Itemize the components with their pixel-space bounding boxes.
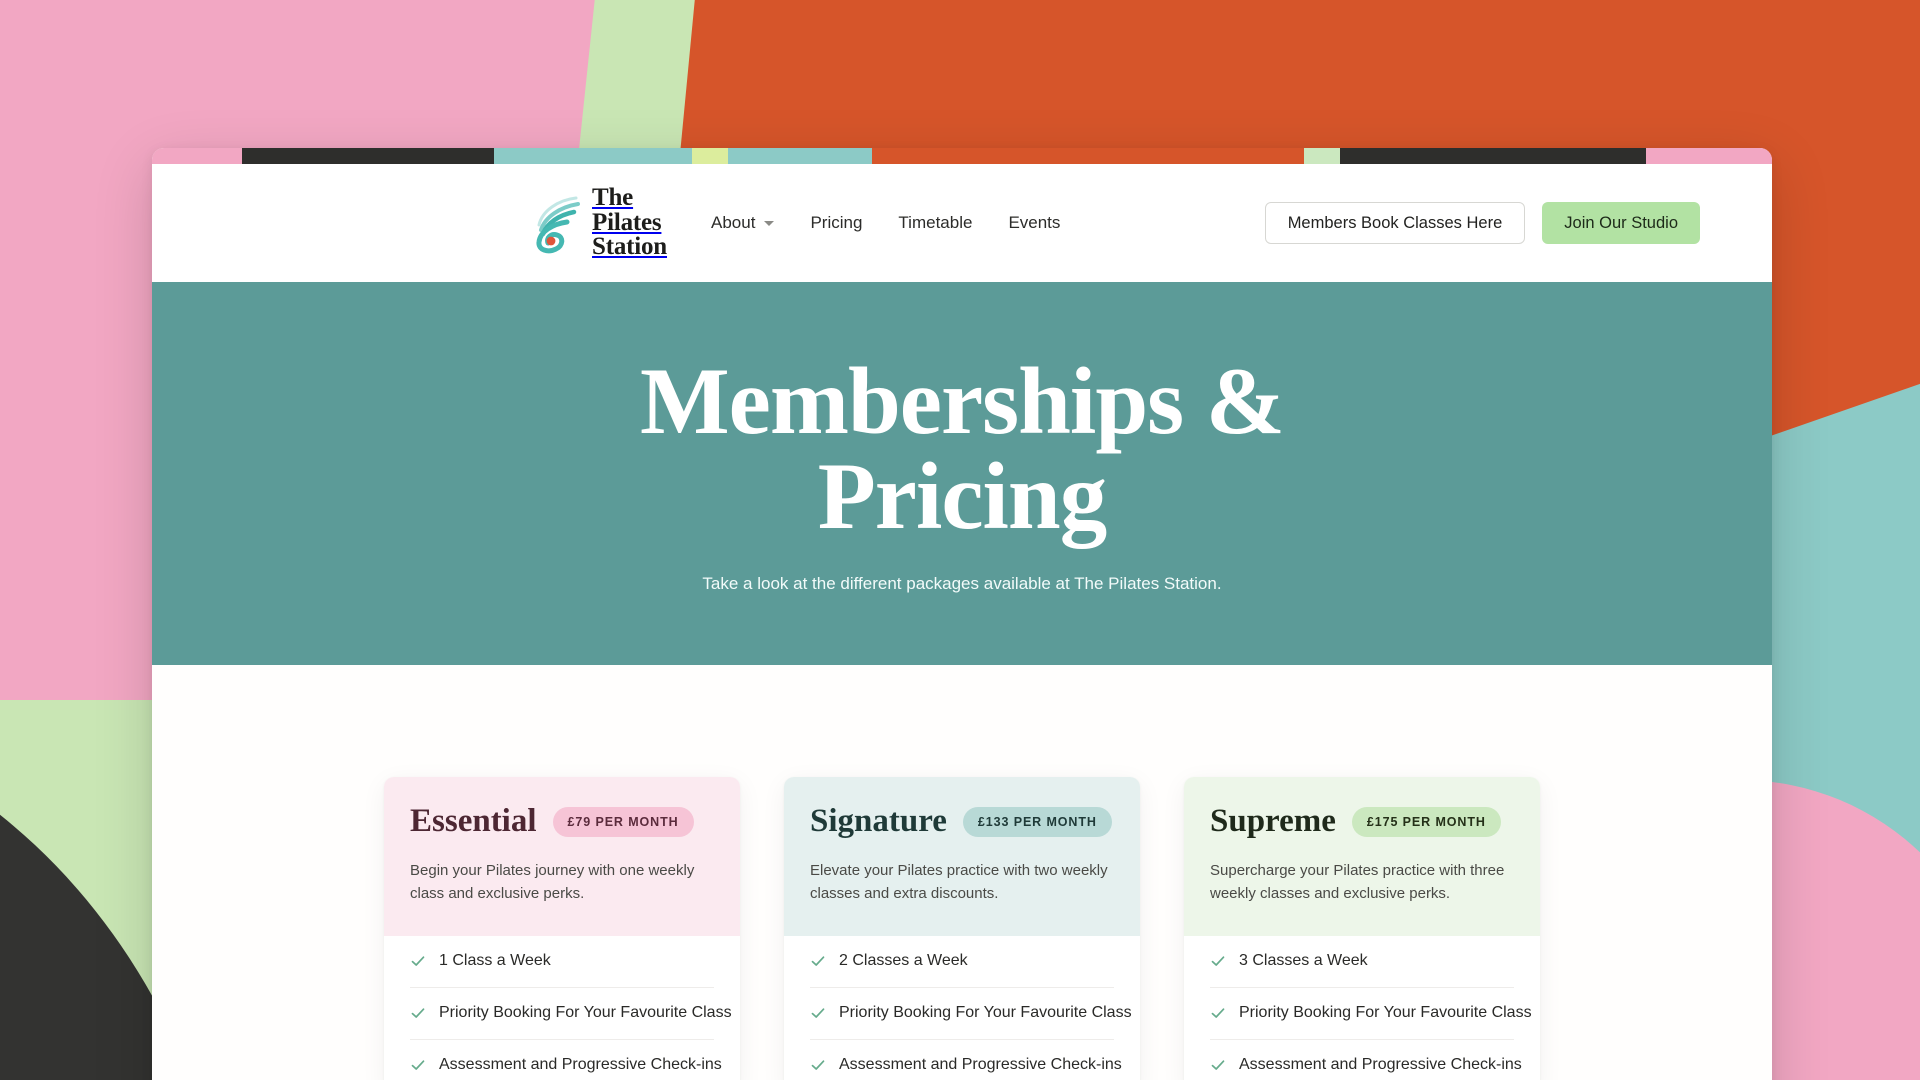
plan-feature-item: Assessment and Progressive Check-ins [1210, 1040, 1522, 1080]
plan-feature-label: Assessment and Progressive Check-ins [839, 1056, 1122, 1073]
desktop-backdrop: The Pilates Station About Pricing Timetabl… [0, 0, 1920, 1080]
brand-wordmark: The Pilates Station [592, 184, 668, 261]
page-title-line-1: Memberships & [639, 347, 1285, 454]
browser-window: The Pilates Station About Pricing Timetabl… [152, 148, 1772, 1080]
pricing-card-header: Essential £79 PER MONTH Begin your Pilates… [384, 777, 740, 936]
pricing-card-title-row: Supreme £175 PER MONTH [1210, 805, 1514, 838]
color-strip-segment [152, 148, 242, 164]
plan-description: Elevate your Pilates practice with two w… [810, 862, 1108, 903]
check-icon [810, 1005, 826, 1021]
nav-item-pricing[interactable]: Pricing [810, 213, 862, 233]
plan-feature-item: Assessment and Progressive Check-ins [410, 1040, 722, 1080]
plan-name: Supreme [1210, 803, 1336, 839]
plan-feature-item: Priority Booking For Your Favourite Clas… [410, 988, 732, 1040]
color-strip-segment [1646, 148, 1772, 164]
site-header: The Pilates Station About Pricing Timetabl… [152, 164, 1772, 282]
check-icon [810, 1057, 826, 1073]
pricing-card-signature: Signature £133 PER MONTH Elevate your Pila… [784, 777, 1140, 1080]
color-strip-segment [728, 148, 872, 164]
nav-item-about[interactable]: About [711, 213, 775, 233]
pricing-card-title-row: Essential £79 PER MONTH [410, 805, 714, 838]
brand-line-3: Station [592, 233, 668, 261]
check-icon [1210, 1005, 1226, 1021]
pricing-card-header: Supreme £175 PER MONTH Supercharge your Pi… [1184, 777, 1540, 936]
plan-feature-label: Priority Booking For Your Favourite Clas… [439, 1004, 732, 1021]
check-icon [410, 1005, 426, 1021]
plan-feature-label: Priority Booking For Your Favourite Clas… [1239, 1004, 1532, 1021]
plan-feature-item: 1 Class a Week [410, 936, 714, 988]
check-icon [810, 953, 826, 969]
brand-logo[interactable]: The Pilates Station [530, 184, 668, 261]
plan-feature-list: 2 Classes a Week Priority Booking For You… [784, 936, 1140, 1080]
pricing-card-supreme: Supreme £175 PER MONTH Supercharge your Pi… [1184, 777, 1540, 1080]
page-title-line-2: Pricing [817, 442, 1107, 549]
nav-item-label: Timetable [898, 213, 973, 232]
pilates-swirl-icon [530, 192, 582, 254]
color-strip-segment [1304, 148, 1340, 164]
nav-item-label: Events [1008, 213, 1061, 232]
color-strip-segment [494, 148, 692, 164]
color-strip-segment [242, 148, 494, 164]
hero-section: Memberships & Pricing Take a look at the… [152, 282, 1772, 665]
plan-feature-item: Priority Booking For Your Favourite Clas… [1210, 988, 1532, 1040]
plan-feature-label: Assessment and Progressive Check-ins [439, 1056, 722, 1073]
nav-item-timetable[interactable]: Timetable [898, 213, 972, 233]
color-strip-segment [1340, 148, 1646, 164]
hero-subtitle: Take a look at the different packages av… [702, 573, 1222, 593]
nav-item-label: About [711, 213, 756, 232]
price-badge: £79 PER MONTH [552, 806, 694, 837]
plan-feature-label: Priority Booking For Your Favourite Clas… [839, 1004, 1132, 1021]
plan-feature-label: 2 Classes a Week [839, 952, 968, 969]
plan-description: Supercharge your Pilates practice with t… [1210, 862, 1505, 903]
check-icon [1210, 953, 1226, 969]
plan-feature-list: 3 Classes a Week Priority Booking For You… [1184, 936, 1540, 1080]
plan-feature-label: 1 Class a Week [439, 952, 551, 969]
page-title: Memberships & Pricing [640, 353, 1285, 544]
header-actions: Members Book Classes Here Join Our Studi… [1264, 202, 1700, 244]
plan-feature-item: Assessment and Progressive Check-ins [810, 1040, 1122, 1080]
price-badge: £133 PER MONTH [962, 806, 1112, 837]
nav-item-events[interactable]: Events [1008, 213, 1060, 233]
plan-description: Begin your Pilates journey with one week… [410, 862, 695, 903]
color-strip-segment [872, 148, 1304, 164]
plan-feature-item: Priority Booking For Your Favourite Clas… [810, 988, 1132, 1040]
plan-feature-label: 3 Classes a Week [1239, 952, 1368, 969]
plan-name: Signature [810, 803, 947, 839]
brand-line-1: The [592, 184, 634, 212]
nav-item-label: Pricing [810, 213, 863, 232]
plan-name: Essential [410, 803, 537, 839]
decorative-color-strip [152, 148, 1772, 164]
pricing-card-title-row: Signature £133 PER MONTH [810, 805, 1114, 838]
price-badge: £175 PER MONTH [1351, 806, 1501, 837]
check-icon [410, 953, 426, 969]
chevron-down-icon [764, 220, 775, 226]
members-book-classes-button[interactable]: Members Book Classes Here [1264, 202, 1526, 244]
plan-feature-item: 2 Classes a Week [810, 936, 1114, 988]
plan-feature-label: Assessment and Progressive Check-ins [1239, 1056, 1522, 1073]
main-navigation: About Pricing Timetable Events [711, 213, 1060, 233]
check-icon [410, 1057, 426, 1073]
check-icon [1210, 1057, 1226, 1073]
join-our-studio-button[interactable]: Join Our Studio [1542, 202, 1700, 244]
pricing-card-header: Signature £133 PER MONTH Elevate your Pila… [784, 777, 1140, 936]
brand-line-2: Pilates [592, 208, 662, 236]
pricing-card-essential: Essential £79 PER MONTH Begin your Pilates… [384, 777, 740, 1080]
color-strip-segment [692, 148, 728, 164]
plan-feature-list: 1 Class a Week Priority Booking For Your … [384, 936, 740, 1080]
plan-feature-item: 3 Classes a Week [1210, 936, 1514, 988]
pricing-cards-section: Essential £79 PER MONTH Begin your Pilates… [152, 665, 1772, 1080]
